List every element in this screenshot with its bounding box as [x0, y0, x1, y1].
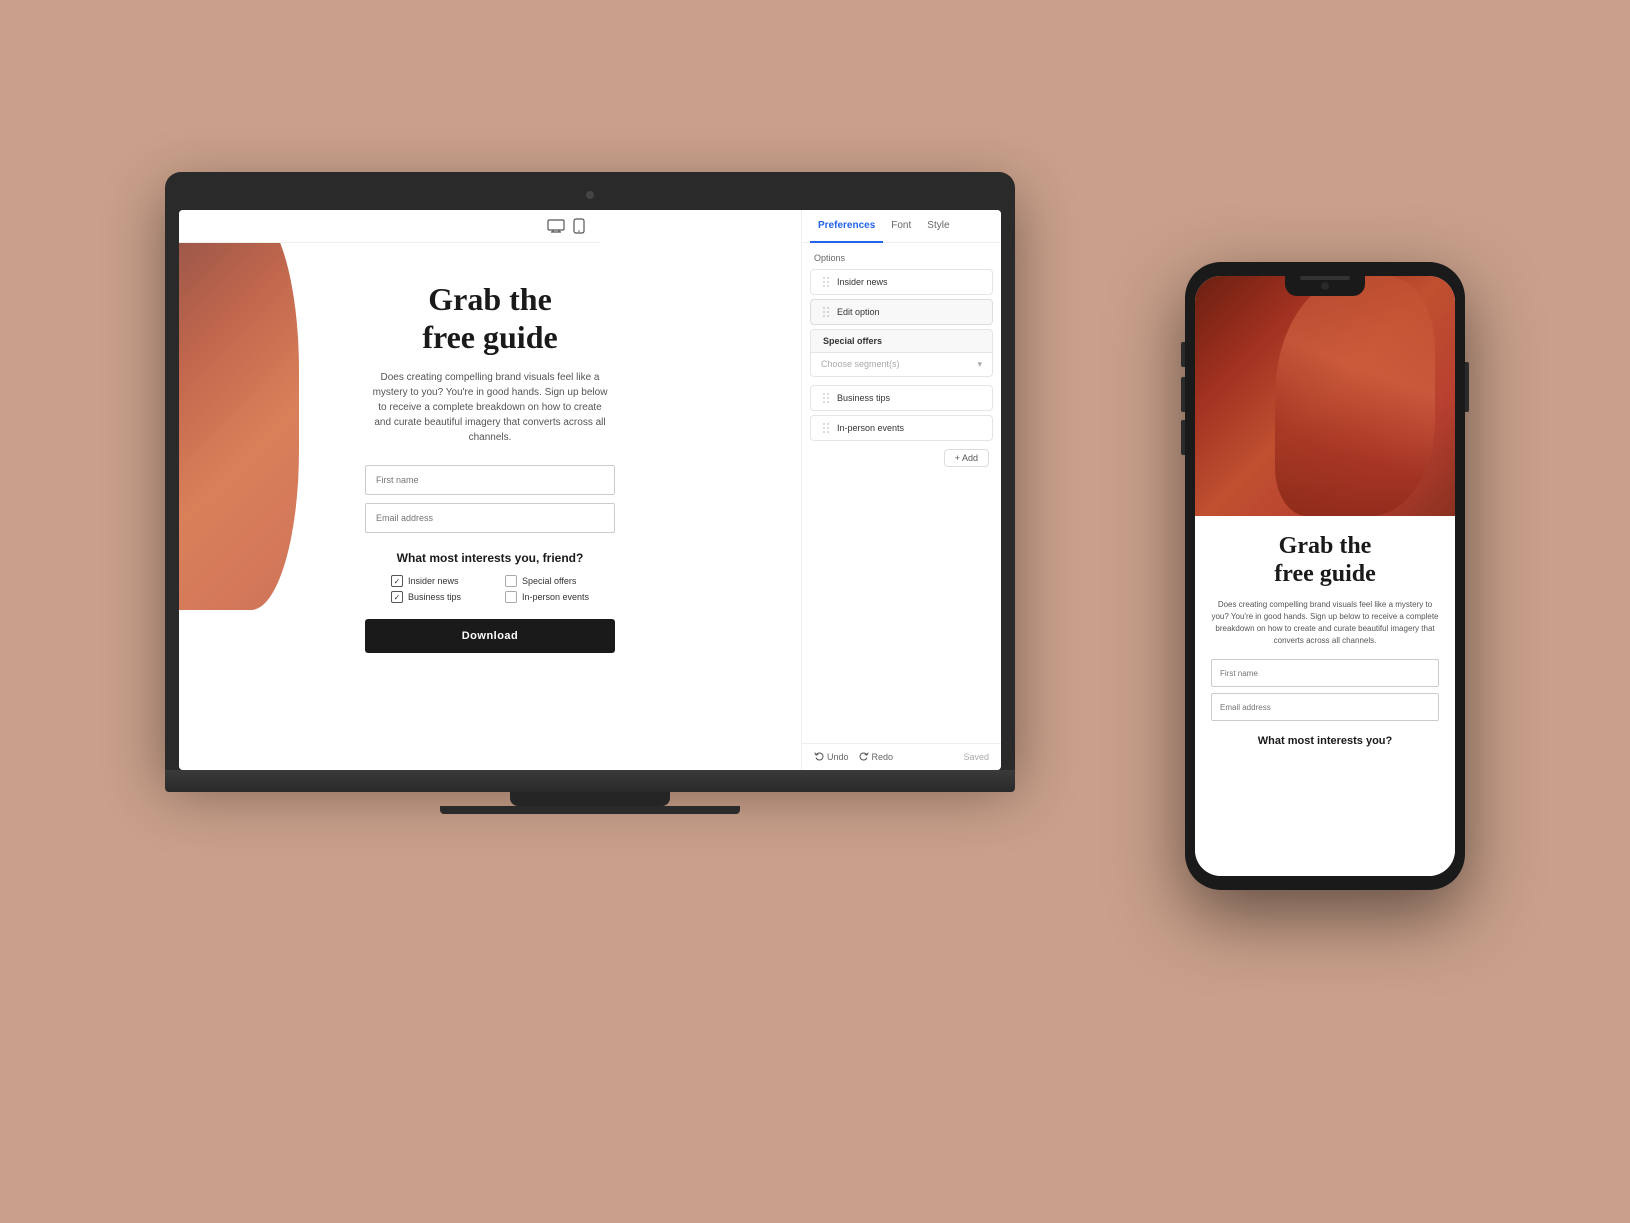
drag-handle-inperson — [823, 423, 829, 433]
laptop-foot — [440, 806, 740, 814]
checkbox-business-checked: ✓ — [391, 591, 403, 603]
special-offers-section: Special offers Choose segment(s) ▾ — [810, 329, 993, 381]
special-offers-header: Special offers — [810, 329, 993, 352]
chevron-down-icon: ▾ — [977, 359, 982, 370]
option-inperson-events[interactable]: In-person events — [810, 415, 993, 441]
laptop-wrapper: Grab the free guide Does creating compel… — [165, 172, 1015, 814]
phone-speaker — [1300, 276, 1350, 280]
first-name-field[interactable] — [365, 465, 615, 495]
email-field[interactable] — [365, 503, 615, 533]
mobile-icon[interactable] — [573, 218, 585, 234]
checkbox-label-insider: Insider news — [408, 576, 459, 586]
checkbox-business-tips[interactable]: ✓ Business tips — [391, 591, 475, 603]
laptop-form-content: Grab the free guide Does creating compel… — [219, 280, 761, 654]
laptop-stand — [510, 792, 670, 806]
phone-screen: Grab the free guide Does creating compel… — [1195, 276, 1455, 876]
phone-title: Grab the free guide — [1211, 532, 1439, 590]
phone-wrapper: Grab the free guide Does creating compel… — [1185, 262, 1465, 890]
options-section-header: Options — [802, 243, 1001, 269]
phone-mute-button — [1181, 342, 1185, 367]
checkbox-insider-checked: ✓ — [391, 575, 403, 587]
download-button[interactable]: Download — [365, 619, 615, 653]
phone-description: Does creating compelling brand visuals f… — [1211, 599, 1439, 647]
preferences-panel: Preferences Font Style Options Insider n… — [801, 210, 1001, 770]
checkbox-label-business: Business tips — [408, 592, 461, 602]
phone-notch — [1285, 276, 1365, 296]
checkbox-special-offers[interactable]: Special offers — [505, 575, 589, 587]
phone-email-field[interactable] — [1211, 693, 1439, 721]
checkbox-grid: ✓ Insider news Special offers ✓ Business… — [391, 575, 589, 603]
drag-handle-edit — [823, 307, 829, 317]
laptop-camera — [586, 191, 594, 199]
option-insider-news[interactable]: Insider news — [810, 269, 993, 295]
redo-button[interactable]: Redo — [859, 752, 894, 762]
tab-font[interactable]: Font — [883, 210, 919, 243]
option-label-edit: Edit option — [837, 307, 980, 317]
phone-camera — [1321, 282, 1329, 290]
drag-handle-business — [823, 393, 829, 403]
phone-question: What most interests you? — [1211, 735, 1439, 747]
add-option-button[interactable]: + Add — [944, 449, 989, 467]
phone-body: Grab the free guide Does creating compel… — [1185, 262, 1465, 890]
phone-first-name-field[interactable] — [1211, 659, 1439, 687]
segment-placeholder: Choose segment(s) — [821, 359, 900, 369]
laptop-base — [165, 770, 1015, 792]
checkbox-inperson-unchecked — [505, 591, 517, 603]
checkbox-label-special: Special offers — [522, 576, 576, 586]
phone-hero-image — [1195, 276, 1455, 516]
laptop-device-icons-bar — [179, 210, 601, 243]
option-business-tips[interactable]: Business tips — [810, 385, 993, 411]
laptop-screen: Grab the free guide Does creating compel… — [179, 210, 1001, 770]
phone-volume-down-button — [1181, 420, 1185, 455]
phone-power-button — [1465, 362, 1469, 412]
scene-container: Grab the free guide Does creating compel… — [165, 112, 1465, 1112]
segment-select[interactable]: Choose segment(s) ▾ — [810, 352, 993, 377]
option-label-insider: Insider news — [837, 277, 980, 287]
undo-button[interactable]: Undo — [814, 752, 849, 762]
phone-volume-up-button — [1181, 377, 1185, 412]
option-label-inperson: In-person events — [837, 423, 980, 433]
laptop-body: Grab the free guide Does creating compel… — [165, 172, 1015, 770]
checkbox-in-person[interactable]: In-person events — [505, 591, 589, 603]
phone-content: Grab the free guide Does creating compel… — [1195, 516, 1455, 876]
laptop-camera-bar — [179, 186, 1001, 204]
redo-label: Redo — [872, 752, 894, 762]
laptop-form-panel: Grab the free guide Does creating compel… — [179, 210, 801, 770]
undo-label: Undo — [827, 752, 849, 762]
panel-tabs: Preferences Font Style — [802, 210, 1001, 243]
option-label-business: Business tips — [837, 393, 980, 403]
phone-flower-decoration — [1275, 276, 1435, 516]
form-question: What most interests you, friend? — [397, 551, 584, 565]
desktop-icon[interactable] — [547, 219, 565, 233]
checkbox-label-inperson: In-person events — [522, 592, 589, 602]
tab-preferences[interactable]: Preferences — [810, 210, 883, 243]
form-description: Does creating compelling brand visuals f… — [370, 370, 610, 445]
undo-icon — [814, 752, 824, 762]
form-title: Grab the free guide — [422, 280, 557, 357]
checkbox-insider-news[interactable]: ✓ Insider news — [391, 575, 475, 587]
redo-icon — [859, 752, 869, 762]
tab-style[interactable]: Style — [919, 210, 957, 243]
saved-status: Saved — [963, 752, 989, 762]
option-edit-option[interactable]: Edit option — [810, 299, 993, 325]
drag-handle-insider — [823, 277, 829, 287]
checkbox-special-unchecked — [505, 575, 517, 587]
panel-footer: Undo Redo Saved — [802, 743, 1001, 770]
